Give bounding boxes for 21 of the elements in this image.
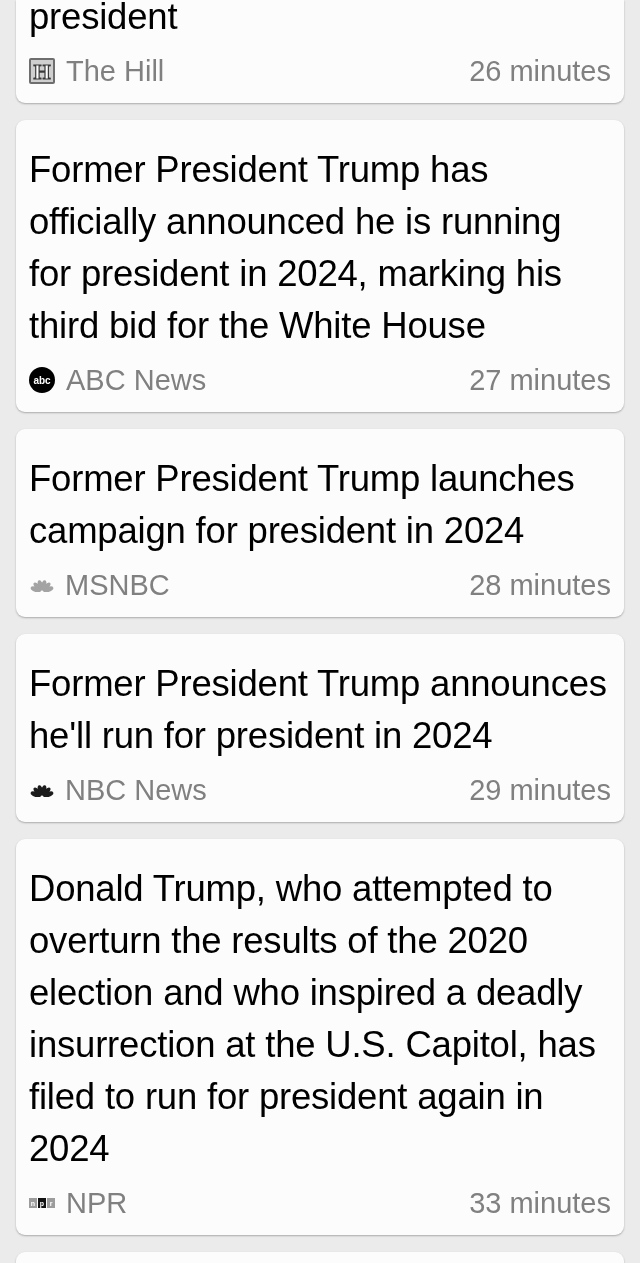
headline: Former President Trump launches campaign for president in 2024 xyxy=(29,457,576,553)
headline: Former President Trump announces he'll run for president in 2024 xyxy=(29,662,608,758)
headline: Former President Trump has officially announced he is running for president in 2024, marking his third bid for the White House xyxy=(29,148,563,348)
time-ago: 26 minutes xyxy=(469,54,611,88)
source-name: The Hill xyxy=(66,54,165,88)
source-name: ABC News xyxy=(66,363,207,397)
news-card[interactable]: Former President Trump launches campaign for president in 2024 MSNBC 28 minutes xyxy=(16,429,624,617)
circle-logo-icon: abc xyxy=(29,367,55,393)
source-name: NBC News xyxy=(65,773,207,807)
source-name: MSNBC xyxy=(65,568,170,602)
news-card[interactable] xyxy=(16,1252,624,1263)
time-ago: 33 minutes xyxy=(469,1186,611,1220)
headline: Donald Trump, who attempted to overturn the results of the 2020 election and who inspired a deadly insurrection at the U.S. Capitol, has filed to run for president again in 2024 xyxy=(29,867,597,1171)
news-card[interactable]: president H The Hill 26 minutes xyxy=(16,0,624,103)
news-card[interactable]: Former President Trump announces he'll run for president in 2024 NBC News 29 minutes xyxy=(16,634,624,822)
h-logo-icon: H xyxy=(29,58,55,84)
time-ago: 27 minutes xyxy=(469,363,611,397)
time-ago: 28 minutes xyxy=(469,568,611,602)
time-ago: 29 minutes xyxy=(469,773,611,807)
source-name: NPR xyxy=(66,1186,128,1220)
news-card[interactable]: Former President Trump has officially announced he is running for president in 2024, marking his third bid for the White House abc ABC News 27 minutes xyxy=(16,120,624,412)
